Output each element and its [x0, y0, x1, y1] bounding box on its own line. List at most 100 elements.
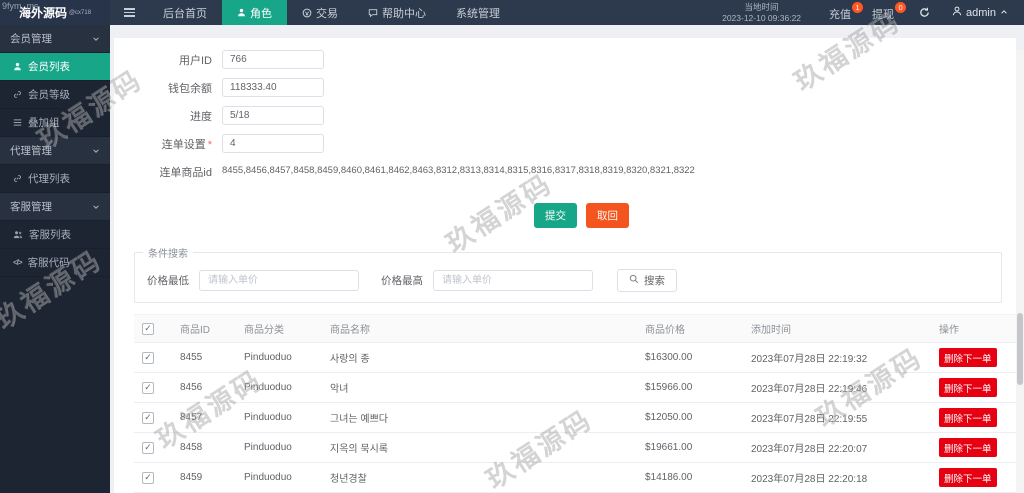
row-checkbox[interactable]: ✓ [142, 412, 154, 424]
row-checkbox[interactable]: ✓ [142, 352, 154, 364]
search-button-label: 搜索 [644, 273, 665, 288]
users-icon [13, 230, 23, 239]
delete-next-order-button[interactable]: 删除下一单 [939, 378, 997, 397]
submit-button[interactable]: 提交 [534, 203, 577, 228]
sidebar-item-5[interactable]: 代理列表 [0, 165, 110, 193]
product-id: 8458 [172, 433, 236, 463]
scrollbar-thumb[interactable] [1017, 313, 1023, 385]
sidebar-menu: 会员管理会员列表会员等级叠加组代理管理代理列表客服管理客服列表</>客服代码 [0, 25, 110, 277]
nav-item-3[interactable]: 帮助中心 [353, 0, 441, 25]
select-all-checkbox[interactable]: ✓ [142, 323, 154, 335]
coin-icon [302, 8, 312, 18]
local-time: 当地时间 2023-12-10 09:36:22 [702, 2, 821, 23]
combo-setting-input[interactable] [222, 134, 324, 153]
column-header-2: 商品名称 [322, 315, 637, 343]
product-time: 2023年07月28日 22:20:18 [743, 463, 931, 493]
scrollbar[interactable] [1016, 50, 1024, 493]
product-time: 2023年07月28日 22:20:07 [743, 433, 931, 463]
table-row: ✓8457Pinduoduo그녀는 예쁘다$12050.002023年07月28… [134, 403, 1017, 433]
search-panel-title: 条件搜索 [143, 245, 193, 260]
sidebar-item-label: 叠加组 [28, 115, 60, 130]
delete-next-order-button[interactable]: 删除下一单 [939, 348, 997, 367]
price-min-input[interactable] [199, 270, 359, 291]
table-row: ✓8456Pinduoduo악녀$15966.002023年07月28日 22:… [134, 373, 1017, 403]
chevron-down-icon [92, 35, 100, 43]
progress-input[interactable] [222, 106, 324, 125]
wallet-balance-label: 钱包余额 [134, 80, 222, 96]
retrieve-button[interactable]: 取回 [586, 203, 629, 228]
delete-next-order-button[interactable]: 删除下一单 [939, 468, 997, 487]
nav-item-4[interactable]: 系统管理 [441, 0, 515, 25]
sidebar-group-4[interactable]: 代理管理 [0, 137, 110, 165]
username: admin [966, 7, 996, 19]
withdraw-button[interactable]: 提现 0 [864, 4, 907, 22]
combo-setting-label: 连单设置* [134, 136, 222, 152]
product-id: 8457 [172, 403, 236, 433]
content-panel: 用户ID 钱包余额 进度 连单设置* 连单商品id 8455,8456,8457… [114, 38, 1016, 493]
user-menu[interactable]: admin [942, 6, 1024, 19]
nav-item-label: 角色 [250, 5, 272, 21]
sidebar-item-label: 代理列表 [28, 171, 70, 186]
price-max-input[interactable] [433, 270, 593, 291]
sidebar-item-7[interactable]: 客服列表 [0, 221, 110, 249]
sidebar: 会员管理会员列表会员等级叠加组代理管理代理列表客服管理客服列表</>客服代码 [0, 25, 110, 493]
column-header-4: 添加时间 [743, 315, 931, 343]
nav-item-label: 帮助中心 [382, 5, 426, 21]
topbar: 海外源码 @cx718 后台首页角色交易帮助中心系统管理 当地时间 2023-1… [0, 0, 1024, 25]
sidebar-item-3[interactable]: 叠加组 [0, 109, 110, 137]
link-icon [13, 90, 22, 99]
nav-item-2[interactable]: 交易 [287, 0, 353, 25]
nav-item-1[interactable]: 角色 [222, 0, 287, 25]
form-row-wallet-balance: 钱包余额 [134, 78, 1002, 97]
row-checkbox[interactable]: ✓ [142, 472, 154, 484]
sidebar-item-8[interactable]: </>客服代码 [0, 249, 110, 277]
product-name: 악녀 [322, 373, 637, 403]
sidebar-group-0[interactable]: 会员管理 [0, 25, 110, 53]
form-row-combo-setting: 连单设置* [134, 134, 1002, 153]
menu-toggle-icon[interactable] [110, 0, 148, 25]
topbar-menu: 后台首页 角色 交易 帮助中心 系统管理 [148, 0, 515, 25]
table-body: ✓8455Pinduoduo사랑의 종$16300.002023年07月28日 … [134, 343, 1017, 493]
user-id-input[interactable] [222, 50, 324, 69]
user-icon [952, 6, 962, 19]
sidebar-item-1[interactable]: 会员列表 [0, 53, 110, 81]
nav-item-label: 系统管理 [456, 5, 500, 21]
recharge-button[interactable]: 充值 1 [821, 4, 864, 22]
table-head: ✓商品ID商品分类商品名称商品价格添加时间操作 [134, 315, 1017, 343]
search-button[interactable]: 搜索 [617, 269, 677, 292]
product-time: 2023年07月28日 22:19:55 [743, 403, 931, 433]
search-icon [629, 274, 639, 287]
product-name: 청년경찰 [322, 463, 637, 493]
delete-next-order-button[interactable]: 删除下一单 [939, 438, 997, 457]
table-row: ✓8458Pinduoduo지옥의 묵시록$19661.002023年07月28… [134, 433, 1017, 463]
corner-watermark: 9fym_ms [2, 1, 39, 11]
product-category: Pinduoduo [236, 373, 322, 403]
withdraw-badge: 0 [895, 2, 906, 13]
product-time: 2023年07月28日 22:19:32 [743, 343, 931, 373]
list-icon [13, 118, 22, 127]
progress-label: 进度 [134, 108, 222, 124]
recharge-label: 充值 [829, 9, 851, 21]
sidebar-item-label: 代理管理 [10, 143, 52, 158]
sidebar-item-label: 会员列表 [28, 59, 70, 74]
wallet-balance-input[interactable] [222, 78, 324, 97]
delete-next-order-button[interactable]: 删除下一单 [939, 408, 997, 427]
row-checkbox[interactable]: ✓ [142, 442, 154, 454]
column-header-3: 商品价格 [637, 315, 743, 343]
sidebar-item-label: 客服管理 [10, 199, 52, 214]
combo-ids-label: 连单商品id [134, 164, 222, 180]
local-time-label: 当地时间 [722, 2, 801, 13]
sidebar-group-6[interactable]: 客服管理 [0, 193, 110, 221]
refresh-icon[interactable] [907, 7, 942, 18]
table-row: ✓8459Pinduoduo청년경찰$14186.002023年07月28日 2… [134, 463, 1017, 493]
form-row-progress: 进度 [134, 106, 1002, 125]
product-id: 8455 [172, 343, 236, 373]
nav-item-0[interactable]: 后台首页 [148, 0, 222, 25]
row-checkbox[interactable]: ✓ [142, 382, 154, 394]
nav-item-label: 交易 [316, 5, 338, 21]
nav-item-label: 后台首页 [163, 5, 207, 21]
recharge-badge: 1 [852, 2, 863, 13]
form-actions: 提交 取回 [534, 203, 1002, 228]
required-asterisk: * [208, 139, 212, 151]
sidebar-item-2[interactable]: 会员等级 [0, 81, 110, 109]
